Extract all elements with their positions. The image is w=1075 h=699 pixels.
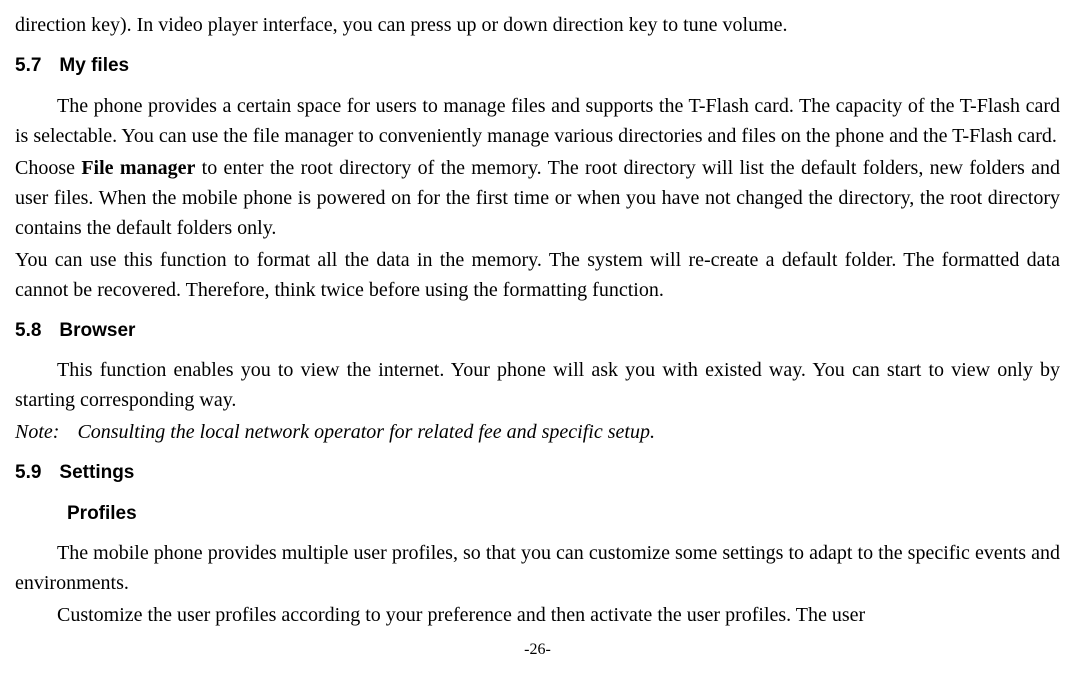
heading-number: 5.8 [15, 317, 41, 346]
sec58-note: Note: Consulting the local network operat… [15, 417, 1060, 447]
sec59-p2: Customize the user profiles according to… [15, 600, 1060, 630]
heading-5-9: 5.9 Settings [15, 459, 1060, 488]
sec57-p3: You can use this function to format all … [15, 245, 1060, 305]
sec57-p1: The phone provides a certain space for u… [15, 91, 1060, 151]
subheading-profiles: Profiles [15, 500, 1060, 529]
heading-5-7: 5.7 My files [15, 52, 1060, 81]
note-label: Note: [15, 417, 59, 447]
sec59-p1: The mobile phone provides multiple user … [15, 538, 1060, 598]
top-fragment: direction key). In video player interfac… [15, 10, 1060, 40]
note-text: Consulting the local network operator fo… [77, 421, 655, 443]
heading-title: Browser [59, 320, 135, 341]
heading-title: My files [59, 55, 129, 76]
file-manager-bold: File manager [81, 157, 195, 179]
sec57-p2: Choose File manager to enter the root di… [15, 153, 1060, 243]
page-number: -26- [15, 638, 1060, 662]
heading-number: 5.7 [15, 52, 41, 81]
sec57-p2-a: Choose [15, 157, 81, 179]
sec58-p1: This function enables you to view the in… [15, 355, 1060, 415]
heading-number: 5.9 [15, 459, 41, 488]
heading-5-8: 5.8 Browser [15, 317, 1060, 346]
heading-title: Settings [59, 462, 134, 483]
